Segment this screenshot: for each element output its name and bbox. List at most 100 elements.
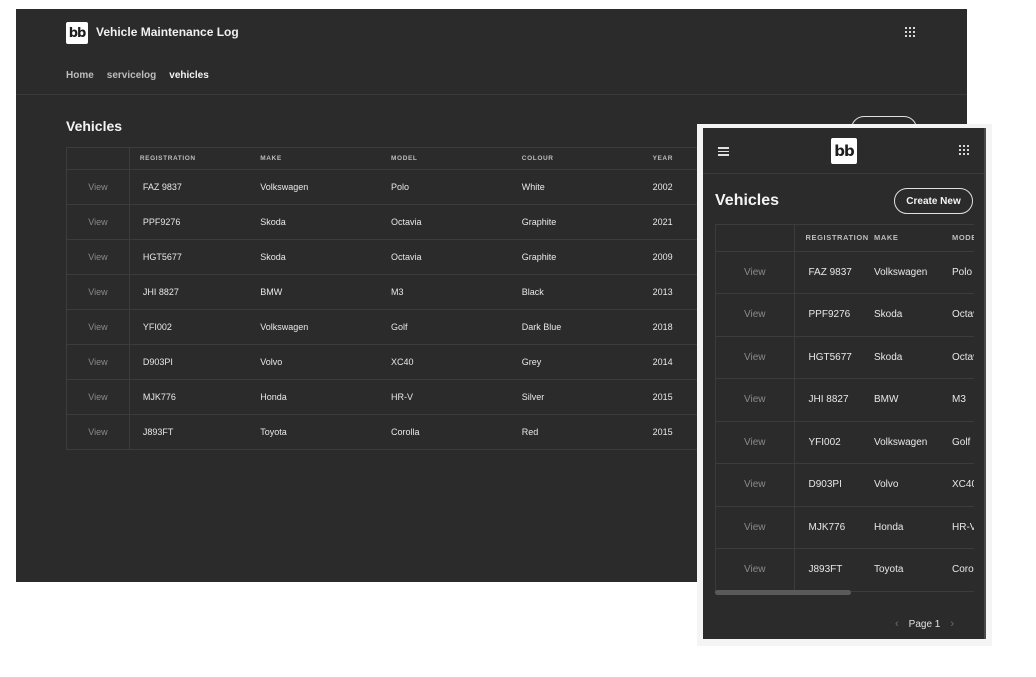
cell-registration: D903PI [129, 344, 261, 380]
view-link[interactable]: View [716, 336, 795, 379]
cell-registration: YFI002 [794, 421, 874, 464]
table-row[interactable]: View JHI 8827 BMW M3 [716, 378, 974, 422]
cell-model: Corolla [391, 414, 522, 450]
cell-registration: J893FT [794, 548, 874, 592]
mobile-vehicles-table: REGISTRATION MAKE MODEL ViewFAZ 9837Volk… [716, 225, 974, 592]
cell-make: Honda [260, 379, 392, 415]
cell-model: Polo [391, 169, 522, 205]
chevron-left-icon[interactable]: ‹ [895, 618, 899, 630]
view-link[interactable]: View [66, 169, 130, 205]
cell-make: Volkswagen [874, 421, 952, 464]
cell-registration: MJK776 [129, 379, 261, 415]
table-row[interactable]: ViewPPF9276SkodaOctavia [716, 293, 974, 337]
app-title[interactable]: Vehicle Maintenance Log [96, 25, 239, 39]
app-header: bb Vehicle Maintenance Log Home servicel… [16, 9, 967, 95]
table-row[interactable]: View YFI002 Volkswagen Golf Dark Blue 2018 [66, 309, 726, 345]
cell-colour: White [521, 169, 653, 205]
view-link[interactable]: View [66, 309, 130, 345]
cell-make: Volvo [260, 344, 392, 380]
view-link[interactable]: View [66, 344, 130, 380]
cell-colour: Graphite [521, 204, 653, 240]
table-row[interactable]: View YFI002 Volkswagen Golf [716, 421, 974, 464]
table-row[interactable]: ViewJ893FTToyotaCorolla [716, 548, 974, 592]
view-column-header [66, 147, 130, 170]
column-header-make[interactable]: MAKE [874, 225, 952, 252]
cell-make: Toyota [260, 414, 392, 450]
view-link[interactable]: View [716, 506, 795, 549]
cell-registration: HGT5677 [129, 239, 261, 275]
cell-registration: JHI 8827 [129, 274, 261, 310]
view-link[interactable]: View [66, 239, 130, 275]
view-link[interactable]: View [716, 463, 795, 507]
view-link[interactable]: View [66, 414, 130, 450]
cell-model: Polo [952, 251, 974, 294]
cell-model: Golf [391, 309, 522, 345]
cell-registration: PPF9276 [129, 204, 261, 240]
breadcrumb-servicelog[interactable]: servicelog [107, 70, 156, 81]
breadcrumb: Home servicelog vehicles [66, 70, 209, 81]
mobile-preview-frame: bb Vehicles Create New REGISTRATION MAKE… [697, 124, 992, 646]
view-link[interactable]: View [716, 251, 795, 294]
column-header-model[interactable]: MODEL [391, 147, 522, 170]
table-row[interactable]: View J893FT Toyota Corolla Red 2015 [66, 414, 726, 450]
apps-grid-icon[interactable] [959, 145, 971, 157]
mobile-page-title: Vehicles [715, 192, 780, 209]
cell-colour: Graphite [521, 239, 653, 275]
table-row[interactable]: ViewD903PIVolvoXC40 [716, 463, 974, 507]
vertical-scrollbar-track[interactable] [984, 128, 986, 639]
table-row[interactable]: View PPF9276 Skoda Octavia Graphite 2021 [66, 204, 726, 240]
cell-registration: YFI002 [129, 309, 261, 345]
table-row[interactable]: View D903PI Volvo XC40 Grey 2014 [66, 344, 726, 380]
horizontal-scrollbar[interactable] [715, 590, 851, 595]
view-link[interactable]: View [716, 421, 795, 464]
screenshot-stage: bb Vehicle Maintenance Log Home servicel… [0, 0, 1036, 677]
cell-registration: FAZ 9837 [794, 251, 874, 294]
column-header-registration[interactable]: REGISTRATION [129, 147, 261, 170]
cell-model: XC40 [952, 463, 974, 507]
cell-make: Skoda [260, 204, 392, 240]
table-row[interactable]: View FAZ 9837 Volkswagen Polo White 2002 [66, 169, 726, 205]
table-row[interactable]: View FAZ 9837 Volkswagen Polo [716, 251, 974, 294]
create-new-button[interactable]: Create New [894, 188, 973, 214]
cell-colour: Black [521, 274, 653, 310]
cell-make: Toyota [874, 548, 952, 592]
view-link[interactable]: View [66, 274, 130, 310]
column-header-model[interactable]: MODEL [952, 225, 974, 252]
cell-make: Volvo [874, 463, 952, 507]
cell-model: M3 [391, 274, 522, 310]
view-link[interactable]: View [66, 379, 130, 415]
table-row[interactable]: View HGT5677 Skoda Octavia Graphite 2009 [66, 239, 726, 275]
cell-registration: MJK776 [794, 506, 874, 549]
table-row[interactable]: ViewHGT5677SkodaOctavia [716, 336, 974, 379]
pagination: ‹ Page 1 › [895, 618, 954, 630]
view-link[interactable]: View [66, 204, 130, 240]
cell-make: Honda [874, 506, 952, 549]
table-row[interactable]: View MJK776 Honda HR-V Silver 2015 [66, 379, 726, 415]
mobile-app-logo[interactable]: bb [831, 138, 857, 164]
app-logo[interactable]: bb [66, 22, 88, 44]
table-row[interactable]: ViewMJK776HondaHR-V [716, 506, 974, 549]
cell-make: Volkswagen [874, 251, 952, 294]
cell-model: Golf [952, 421, 974, 464]
column-header-registration[interactable]: REGISTRATION [794, 225, 874, 252]
apps-grid-icon[interactable] [905, 27, 917, 39]
cell-registration: D903PI [794, 463, 874, 507]
cell-make: Skoda [874, 336, 952, 379]
view-link[interactable]: View [716, 378, 795, 422]
view-link[interactable]: View [716, 548, 795, 592]
cell-make: Volkswagen [260, 169, 392, 205]
cell-registration: HGT5677 [794, 336, 874, 379]
cell-registration: FAZ 9837 [129, 169, 261, 205]
table-row[interactable]: View JHI 8827 BMW M3 Black 2013 [66, 274, 726, 310]
table-header-row: REGISTRATION MAKE MODEL COLOUR YEAR [66, 147, 726, 170]
column-header-make[interactable]: MAKE [260, 147, 392, 170]
cell-model: Octavia [952, 293, 974, 337]
breadcrumb-home[interactable]: Home [66, 70, 94, 81]
view-link[interactable]: View [716, 293, 795, 337]
column-header-colour[interactable]: COLOUR [521, 147, 653, 170]
cell-colour: Silver [521, 379, 653, 415]
chevron-right-icon[interactable]: › [950, 618, 954, 630]
cell-make: BMW [874, 378, 952, 422]
mobile-table-scroll-area[interactable]: REGISTRATION MAKE MODEL ViewFAZ 9837Volk… [715, 224, 974, 592]
hamburger-menu-icon[interactable] [718, 147, 729, 156]
